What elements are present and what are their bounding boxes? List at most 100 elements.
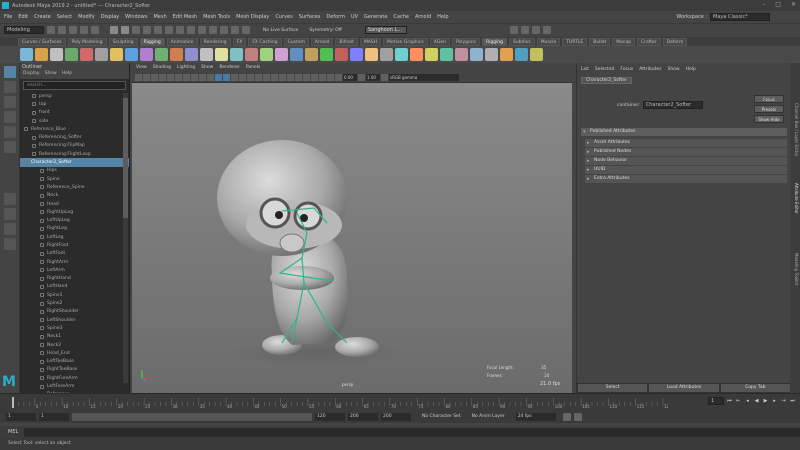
outliner-item[interactable]: front	[20, 109, 129, 117]
outliner-item[interactable]: Head	[20, 200, 129, 208]
ae-section-published-nodes[interactable]: Published Nodes	[585, 148, 787, 156]
time-slider[interactable]: 5 10 15 20 25 30 35 40 45 50 55 60 65 70 75 80 85 90 95 100…	[0, 393, 800, 410]
shelf-tab-mocap[interactable]: Mocap	[612, 37, 635, 46]
motion-blur-icon[interactable]	[279, 73, 286, 81]
exposure-field[interactable]: 0.00	[343, 73, 357, 81]
character-set-dropdown[interactable]: No Character Set	[422, 414, 461, 419]
shelf-tool-icon[interactable]	[395, 48, 408, 61]
menu-mesh-tools[interactable]: Mesh Tools	[203, 14, 230, 20]
shelf-tab-motion-graphics[interactable]: Motion Graphics	[383, 37, 428, 46]
shelf-tool-icon[interactable]	[155, 48, 168, 61]
render-settings-icon[interactable]	[231, 26, 239, 34]
shelf-tool-icon[interactable]	[215, 48, 228, 61]
shelf-tab-sculpting[interactable]: Sculpting	[108, 37, 138, 46]
shelf-tab-fx-caching[interactable]: FX Caching	[248, 37, 282, 46]
show-tool-settings-icon[interactable]	[531, 26, 540, 34]
shelf-tab-mash[interactable]: MASH	[359, 37, 382, 46]
shelf-tab-polygons[interactable]: Polygons	[451, 37, 480, 46]
anim-layer-dropdown[interactable]: No Anim Layer	[472, 414, 505, 419]
default-material-icon[interactable]	[231, 73, 238, 81]
workspace-dropdown[interactable]: Maya Classic*	[710, 13, 770, 21]
outliner-layout-icon[interactable]	[4, 238, 16, 250]
outliner-menu-help[interactable]: Help	[62, 71, 72, 79]
3d-viewport[interactable]: Focal Length: 35 Frames: 24 persp 21.0 f…	[132, 83, 572, 393]
playback-end-field[interactable]: 120	[315, 412, 345, 421]
rotate-tool-icon[interactable]	[4, 126, 16, 138]
ae-menu-focus[interactable]: Focus	[620, 67, 633, 72]
ae-node-name-field[interactable]: Character2_Softer	[642, 101, 703, 109]
shelf-tool-icon[interactable]	[500, 48, 513, 61]
shelf-tab-poly-modeling[interactable]: Poly Modeling	[67, 37, 107, 46]
play-forwards-icon[interactable]: ▶	[762, 397, 769, 405]
shadows-icon[interactable]	[263, 73, 270, 81]
resolution-gate-icon[interactable]	[183, 73, 190, 81]
show-channel-box-icon[interactable]	[542, 26, 551, 34]
outliner-item[interactable]: LeftLeg	[20, 233, 129, 241]
isolate-select-icon[interactable]	[303, 73, 310, 81]
animation-preferences-icon[interactable]	[573, 412, 582, 421]
ae-menu-help[interactable]: Help	[686, 67, 696, 72]
shelf-tab-subdivs[interactable]: Subdivs	[509, 37, 535, 46]
outliner-item[interactable]: Referencing:FlipMap	[20, 142, 129, 150]
outliner-item[interactable]: Head_End	[20, 349, 129, 357]
close-button[interactable]: ✕	[791, 1, 796, 8]
film-gate-icon[interactable]	[175, 73, 182, 81]
playback-range-handle[interactable]	[72, 412, 312, 421]
outliner-item[interactable]: RightLeg	[20, 225, 129, 233]
outliner-item[interactable]: persp	[20, 92, 129, 100]
exposure-icon[interactable]	[335, 73, 342, 81]
gamma-icon[interactable]	[358, 73, 365, 81]
animation-end-field-2[interactable]: 200	[381, 412, 411, 421]
outliner-item[interactable]: Character2_Softer	[20, 158, 129, 167]
outliner-item[interactable]: RightArm	[20, 258, 129, 266]
select-object-icon[interactable]	[121, 26, 129, 34]
shelf-tool-icon[interactable]	[335, 48, 348, 61]
menu-display[interactable]: Display	[101, 14, 119, 20]
shelf-tab-rigging[interactable]: Rigging	[481, 37, 508, 46]
menu-mesh[interactable]: Mesh	[153, 14, 166, 20]
current-time-marker[interactable]	[12, 397, 14, 408]
outliner-menu-display[interactable]: Display	[23, 71, 40, 79]
shelf-tool-icon[interactable]	[125, 48, 138, 61]
outliner-item[interactable]: RightUpLeg	[20, 208, 129, 216]
scale-tool-icon[interactable]	[4, 141, 16, 153]
camera-attributes-icon[interactable]	[143, 73, 150, 81]
shelf-tool-icon[interactable]	[170, 48, 183, 61]
outliner-item[interactable]: Spine2	[20, 299, 129, 307]
menu-arnold[interactable]: Arnold	[415, 14, 431, 20]
ae-menu-list[interactable]: List	[581, 67, 589, 72]
outliner-scrollbar[interactable]	[123, 93, 128, 383]
outliner-item[interactable]: side	[20, 117, 129, 125]
go-to-end-icon[interactable]: ⏭	[789, 397, 796, 405]
shelf-tool-icon[interactable]	[320, 48, 333, 61]
field-chart-icon[interactable]	[199, 73, 206, 81]
use-lights-icon[interactable]	[255, 73, 262, 81]
depth-of-field-icon[interactable]	[295, 73, 302, 81]
shelf-tab-bullet[interactable]: Bullet	[589, 37, 611, 46]
animation-start-field[interactable]: 1	[6, 412, 36, 421]
xray-joints-icon[interactable]	[319, 73, 326, 81]
outliner-item[interactable]: RightShoulder	[20, 308, 129, 316]
open-scene-icon[interactable]	[58, 26, 66, 34]
outliner-item[interactable]: Neck1	[20, 333, 129, 341]
step-forward-frame-icon[interactable]: ▸	[771, 397, 778, 405]
outliner-item[interactable]: RightFoot	[20, 241, 129, 249]
undo-icon[interactable]	[80, 26, 88, 34]
shelf-tool-icon[interactable]	[275, 48, 288, 61]
select-hierarchy-icon[interactable]	[110, 26, 118, 34]
gamma-field[interactable]: 1.00	[366, 73, 380, 81]
shelf-tool-icon[interactable]	[80, 48, 93, 61]
ae-copy-tab-button[interactable]: Copy Tab	[719, 383, 791, 393]
shelf-tab-animation[interactable]: Animation	[166, 37, 198, 46]
shelf-tab-deform[interactable]: Deform	[662, 37, 688, 46]
history-icon[interactable]	[198, 26, 206, 34]
user-account-button[interactable]: Sanghoon L...	[364, 26, 407, 34]
outliner-item[interactable]: LeftForeArm	[20, 382, 129, 390]
playback-start-field[interactable]: 1	[39, 412, 69, 421]
shelf-tool-icon[interactable]	[515, 48, 528, 61]
new-scene-icon[interactable]	[47, 26, 55, 34]
colorspace-dropdown[interactable]: sRGB gamma	[389, 73, 459, 81]
shelf-tool-icon[interactable]	[305, 48, 318, 61]
shelf-tool-icon[interactable]	[350, 48, 363, 61]
shelf-tab-xgen[interactable]: XGen	[429, 37, 450, 46]
